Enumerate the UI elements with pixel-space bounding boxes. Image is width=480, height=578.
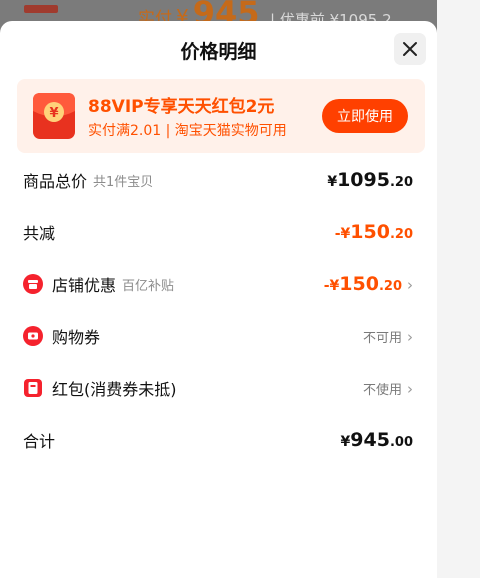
sheet-title: 价格明细 bbox=[180, 41, 257, 63]
promo-subtitle: 实付满2.01 | 淘宝天猫实物可用 bbox=[88, 123, 287, 139]
red-packet-icon bbox=[24, 379, 42, 397]
coupon-status: 不可用 › bbox=[363, 327, 413, 346]
currency-symbol: ¥ bbox=[327, 174, 338, 190]
shop-discount-label: 店铺优惠 bbox=[52, 276, 117, 295]
chevron-right-icon: › bbox=[407, 276, 413, 294]
price-decimal: .00 bbox=[389, 435, 413, 450]
red-envelope-yen-icon: ¥ bbox=[33, 93, 75, 139]
goods-total-label: 商品总价 bbox=[23, 172, 88, 191]
dimmed-badge bbox=[24, 5, 58, 13]
price-integer: 150 bbox=[350, 221, 390, 243]
shop-discount-row[interactable]: 店铺优惠 百亿补贴 -¥ 150 .20 › bbox=[23, 271, 413, 297]
coupon-status-value: 不可用 bbox=[362, 330, 402, 346]
chevron-right-icon: › bbox=[407, 327, 413, 346]
use-now-button[interactable]: 立即使用 bbox=[322, 99, 408, 133]
total-reduction-label: 共减 bbox=[23, 224, 56, 243]
price-decimal: .20 bbox=[378, 279, 402, 294]
goods-total-row: 商品总价 共1件宝贝 ¥ 1095 .20 bbox=[23, 167, 413, 193]
svg-text:¥: ¥ bbox=[49, 106, 58, 121]
red-packet-status: 不使用 › bbox=[363, 379, 413, 398]
price-integer: 150 bbox=[339, 273, 379, 295]
grand-total-price: ¥ 945 .00 bbox=[341, 429, 413, 451]
close-button[interactable] bbox=[394, 33, 426, 65]
shop-discount-icon bbox=[23, 274, 43, 294]
total-reduction-row: 共减 -¥ 150 .20 bbox=[23, 219, 413, 245]
price-integer: 945 bbox=[350, 429, 390, 451]
currency-symbol: ¥ bbox=[340, 434, 351, 450]
price-decimal: .20 bbox=[389, 227, 413, 242]
currency-symbol: -¥ bbox=[334, 226, 351, 242]
promo-title: 88VIP专享天天红包2元 bbox=[88, 97, 275, 117]
vip-red-packet-banner: ¥ 88VIP专享天天红包2元 实付满2.01 | 淘宝天猫实物可用 立即使用 bbox=[17, 79, 425, 153]
chevron-right-icon: › bbox=[407, 379, 413, 398]
grand-total-row: 合计 ¥ 945 .00 bbox=[23, 427, 413, 453]
close-icon bbox=[403, 42, 417, 56]
shop-discount-note: 百亿补贴 bbox=[122, 278, 175, 294]
shop-discount-amount: -¥ 150 .20 › bbox=[324, 273, 413, 295]
coupon-icon bbox=[23, 326, 43, 346]
red-packet-row[interactable]: 红包(消费券未抵) 不使用 › bbox=[23, 375, 413, 401]
red-packet-label: 红包(消费券未抵) bbox=[52, 380, 177, 399]
red-packet-status-value: 不使用 bbox=[362, 382, 402, 398]
total-reduction-amount: -¥ 150 .20 bbox=[335, 221, 413, 243]
goods-count-note: 共1件宝贝 bbox=[93, 174, 154, 190]
page-background-strip bbox=[437, 0, 480, 578]
goods-total-price: ¥ 1095 .20 bbox=[327, 169, 413, 191]
price-decimal: .20 bbox=[389, 175, 413, 190]
grand-total-label: 合计 bbox=[23, 432, 56, 451]
coupon-row[interactable]: 购物券 不可用 › bbox=[23, 323, 413, 349]
currency-symbol: -¥ bbox=[323, 278, 340, 294]
price-integer: 1095 bbox=[337, 169, 390, 191]
coupon-label: 购物券 bbox=[52, 328, 101, 347]
price-detail-sheet: 价格明细 ¥ 88VIP专享天天红包2元 实付满2.01 | 淘宝天猫实物可用 … bbox=[0, 21, 437, 578]
